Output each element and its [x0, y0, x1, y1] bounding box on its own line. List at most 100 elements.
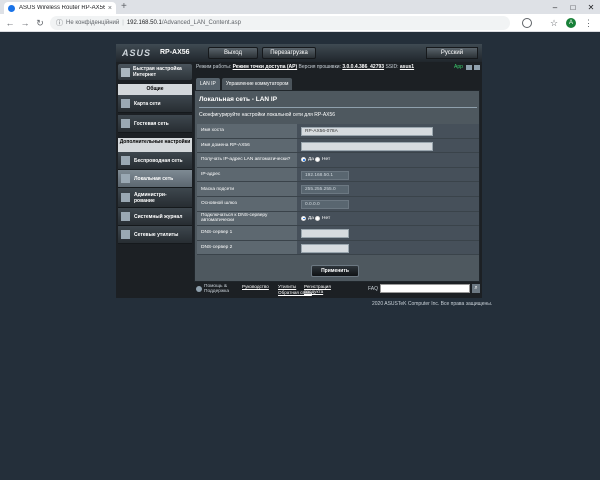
model-name: RP-AX56 [160, 49, 190, 56]
radio-dot [301, 215, 306, 221]
faq-label: FAQ [368, 286, 379, 292]
help-support: Помощь & Поддержка [196, 284, 232, 294]
reboot-button[interactable]: Перезагрузка [262, 47, 316, 59]
firmware-label: Версия прошивки: [298, 64, 341, 70]
address-bar[interactable]: ⓘ Не конфіденційний | 192.168.50.1 /Adva… [50, 16, 558, 30]
network-map-icon [121, 99, 130, 108]
search-icon[interactable]: ⌕ [472, 284, 480, 293]
help-icon [196, 286, 202, 292]
url-host: 192.168.50.1 [126, 20, 162, 26]
gateway-label: Основной шлюз [197, 196, 297, 211]
maximize-button[interactable]: □ [564, 0, 582, 14]
extension-icon[interactable] [522, 18, 532, 28]
sidebar-item-label: Гостевая сеть [134, 120, 169, 127]
copyright-text: 2020 ASUSTeK Computer Inc. Все права защ… [372, 301, 493, 307]
radio-label: Нет [322, 215, 331, 221]
mask-label: Маска подсети [197, 182, 297, 196]
form-row-auto-dns: Подключаться к DNS-серверу автоматически… [197, 211, 479, 227]
reload-button[interactable]: ↻ [34, 17, 46, 29]
page-tabs: LAN IP Управление коммутатором [196, 78, 294, 90]
sidebar-item-system-log[interactable]: Системный журнал [118, 208, 192, 226]
language-select[interactable]: Русский [426, 47, 478, 59]
sidebar-item-wireless[interactable]: Беспроводная сеть [118, 152, 192, 170]
sidebar-item-network-tools[interactable]: Сетевые утилиты [118, 226, 192, 244]
auto-dns-yes-radio[interactable]: Да [301, 215, 314, 221]
content-panel: Локальная сеть - LAN IP Сконфигурируйте … [194, 90, 480, 282]
ssid-label: SSID: [385, 64, 399, 70]
browser-menu-icon[interactable]: ⋮ [584, 16, 593, 30]
form-row-host-name: Имя хоста RP-AX56-078A [197, 124, 479, 139]
dns1-input[interactable] [301, 229, 349, 239]
radio-dot [315, 215, 320, 221]
domain-input[interactable] [301, 141, 433, 151]
auto-dns-no-radio[interactable]: Нет [315, 215, 331, 221]
sidebar-item-lan[interactable]: Локальная сеть [118, 170, 192, 188]
profile-avatar[interactable]: A [566, 18, 576, 28]
status-bar: Режим работы: Режим точки доступа (AP) В… [196, 64, 480, 74]
firmware-value[interactable]: 3.0.0.4.386_42793 [342, 64, 384, 70]
host-name-label: Имя хоста [197, 124, 297, 138]
close-window-button[interactable]: ✕ [582, 0, 600, 14]
form-row-dns1: DNS-сервер 1 [197, 226, 479, 241]
mode-value[interactable]: Режим точки доступа (AP) [233, 64, 298, 70]
manual-link[interactable]: Руководство [242, 284, 269, 289]
quick-setup-button[interactable]: Быстрая настройка Интернет [118, 64, 192, 80]
router-header: ASUS RP-AX56 Выход Перезагрузка Русский [116, 44, 482, 62]
sidebar-item-guest-network[interactable]: Гостевая сеть [118, 115, 192, 133]
tab-close-icon[interactable]: × [108, 5, 112, 12]
mode-label: Режим работы: [196, 64, 232, 70]
utilities-link[interactable]: Утилиты [278, 284, 296, 289]
apply-button[interactable]: Применить [311, 265, 359, 277]
general-section-title: Общие [118, 84, 192, 95]
logout-button[interactable]: Выход [208, 47, 258, 59]
lan-settings-form: Имя хоста RP-AX56-078A Имя домена RP-AX5… [197, 124, 479, 256]
gateway-input[interactable]: 0.0.0.0 [301, 199, 349, 209]
bookmark-star-icon[interactable]: ☆ [550, 16, 558, 30]
ssid-value[interactable]: asus1 [400, 64, 414, 70]
auto-ip-no-radio[interactable]: Нет [315, 157, 331, 163]
auto-ip-yes-radio[interactable]: Да [301, 157, 314, 163]
host-name-input[interactable]: RP-AX56-078A [301, 127, 433, 136]
app-link[interactable]: App [454, 64, 463, 70]
auto-ip-label: Получать IP-адрес LAN автоматически? [197, 153, 297, 167]
form-row-ip: IP-адрес 192.168.50.1 [197, 167, 479, 183]
page-description: Сконфигурируйте настройки локальной сети… [199, 112, 336, 118]
new-tab-button[interactable]: + [121, 1, 127, 13]
form-row-dns2: DNS-сервер 2 [197, 240, 479, 256]
radio-label: Да [308, 215, 314, 221]
browser-tab-strip: ASUS Wireless Router RP-AX56 × + – □ ✕ [0, 0, 600, 14]
minimize-button[interactable]: – [546, 0, 564, 14]
sidebar: Быстрая настройка Интернет Общие Карта с… [118, 64, 192, 292]
sidebar-item-network-map[interactable]: Карта сети [118, 95, 192, 113]
guest-network-icon [121, 119, 130, 128]
radio-label: Нет [322, 157, 331, 163]
ip-input[interactable]: 192.168.50.1 [301, 170, 349, 180]
radio-dot [301, 157, 306, 163]
tab-lan-ip[interactable]: LAN IP [196, 78, 220, 90]
mask-input[interactable]: 255.255.255.0 [301, 185, 349, 195]
administration-icon [121, 193, 130, 202]
tab-switch-control[interactable]: Управление коммутатором [221, 78, 293, 90]
window-controls: – □ ✕ [546, 0, 600, 14]
dns1-label: DNS-сервер 1 [197, 226, 297, 240]
security-label: Не конфіденційний [66, 20, 120, 26]
browser-tab[interactable]: ASUS Wireless Router RP-AX56 × [4, 2, 116, 14]
sidebar-item-label: Локальная сеть [134, 175, 174, 182]
quick-setup-icon [121, 67, 130, 77]
dns2-input[interactable] [301, 243, 349, 253]
form-row-gateway: Основной шлюз 0.0.0.0 [197, 196, 479, 212]
usb-status-icon[interactable] [474, 65, 480, 70]
forward-button[interactable]: → [19, 17, 31, 29]
info-icon[interactable]: ⓘ [56, 18, 63, 28]
auto-dns-label: Подключаться к DNS-серверу автоматически [197, 211, 297, 226]
feedback-link[interactable]: Обратная связь [278, 290, 312, 295]
sidebar-item-administration[interactable]: Администри-рование [118, 188, 192, 208]
router-footer: Помощь & Поддержка Руководство Утилиты Р… [196, 284, 480, 296]
back-button[interactable]: ← [4, 17, 16, 29]
dns2-label: DNS-сервер 2 [197, 240, 297, 255]
faq-search-input[interactable] [380, 284, 470, 293]
wifi-status-icon[interactable] [466, 65, 472, 70]
divider: | [122, 20, 124, 26]
router-panel: ASUS RP-AX56 Выход Перезагрузка Русский … [116, 44, 482, 298]
radio-dot [315, 157, 320, 163]
